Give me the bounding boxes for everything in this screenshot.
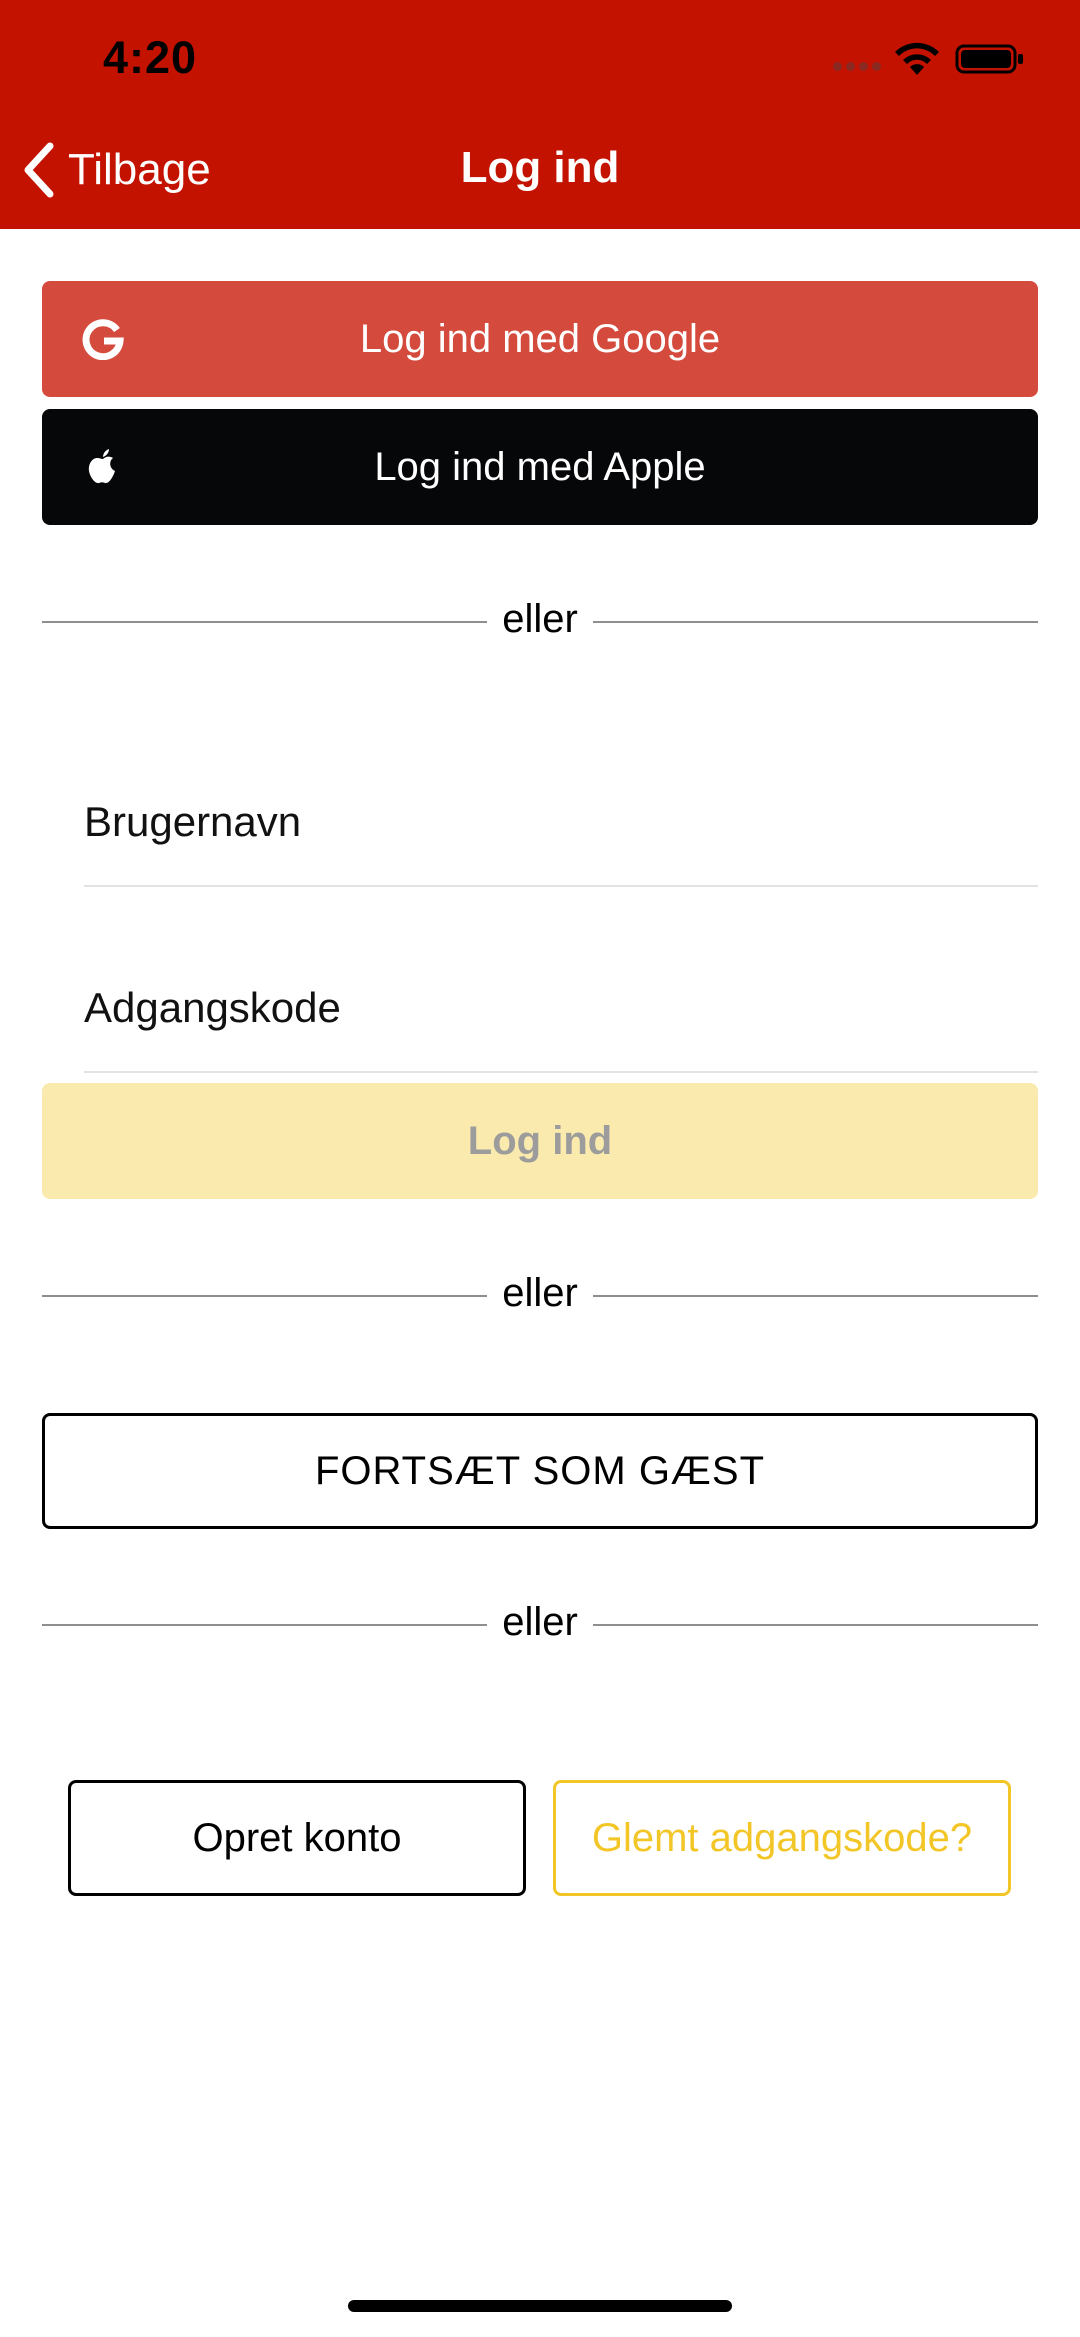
continue-as-guest-button[interactable]: FORTSÆT SOM GÆST [42, 1413, 1038, 1529]
create-account-label: Opret konto [192, 1815, 402, 1860]
login-label: Log ind [467, 1118, 613, 1163]
divider-or: eller [42, 1265, 1038, 1325]
page-title: Log ind [460, 143, 620, 192]
battery-icon [955, 44, 1023, 74]
username-input[interactable] [84, 787, 1038, 857]
divider-text: eller [502, 597, 578, 641]
guest-label: FORTSÆT SOM GÆST [314, 1448, 766, 1493]
divider-line [42, 621, 487, 623]
forgot-password-label: Glemt adgangskode? [591, 1815, 973, 1860]
divider-line [42, 1295, 487, 1297]
divider-text: eller [502, 1271, 578, 1315]
google-login-label: Log ind med Google [359, 316, 721, 361]
google-login-button[interactable]: Log ind med Google [42, 281, 1038, 397]
divider-text: eller [502, 1600, 578, 1644]
divider-line [593, 621, 1038, 623]
apple-icon [88, 449, 115, 484]
username-field[interactable] [84, 767, 1038, 887]
apple-login-button[interactable]: Log ind med Apple [42, 409, 1038, 525]
status-time: 4:20 [103, 32, 198, 83]
login-button[interactable]: Log ind [42, 1083, 1038, 1199]
navigation-header: 4:20 Tilbage Log ind [0, 0, 1080, 229]
wifi-icon [895, 42, 939, 75]
divider-line [42, 1624, 487, 1626]
apple-login-label: Log ind med Apple [374, 444, 706, 489]
divider-or: eller [42, 1594, 1038, 1654]
divider-line [593, 1624, 1038, 1626]
divider-line [593, 1295, 1038, 1297]
forgot-password-button[interactable]: Glemt adgangskode? [553, 1780, 1011, 1896]
password-field[interactable] [84, 953, 1038, 1073]
divider-or: eller [42, 591, 1038, 651]
google-icon [82, 319, 124, 360]
signal-dots-icon [833, 62, 881, 72]
create-account-button[interactable]: Opret konto [68, 1780, 526, 1896]
password-input[interactable] [84, 973, 1038, 1043]
home-indicator[interactable] [348, 2300, 732, 2312]
